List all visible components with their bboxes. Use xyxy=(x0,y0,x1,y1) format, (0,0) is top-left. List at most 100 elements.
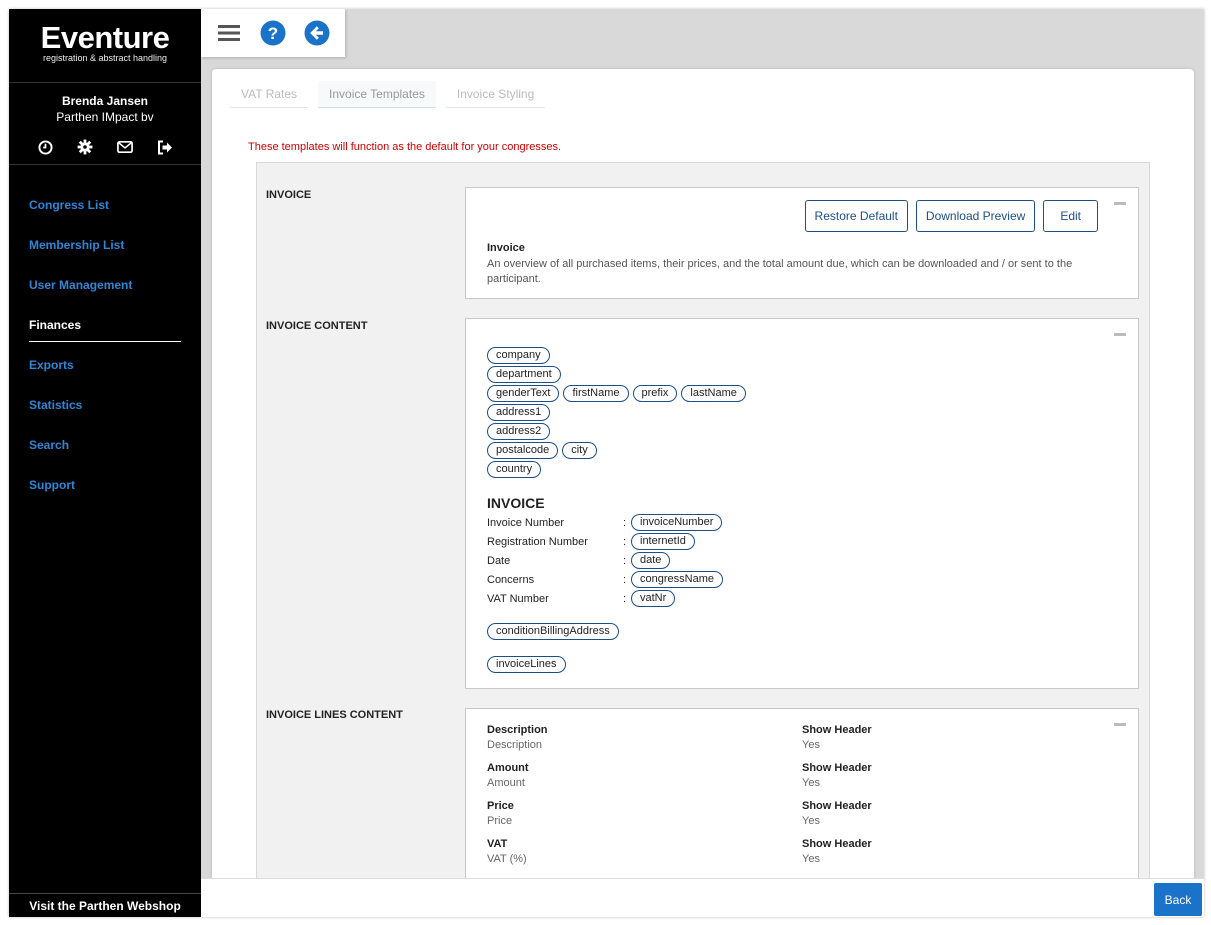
chip-row: address1 xyxy=(487,404,746,423)
invoice-box: Restore Default Download Preview Edit In… xyxy=(465,187,1139,299)
bottom-bar: Back xyxy=(201,878,1204,917)
line-setting: Price Price xyxy=(487,800,514,827)
field-row: Date : date xyxy=(487,551,723,570)
placeholder-chip: lastName xyxy=(681,385,746,402)
sidebar-item-search[interactable]: Search xyxy=(9,435,201,475)
sidebar-item-user-management[interactable]: User Management xyxy=(9,275,201,315)
invoice-lines-box: Description Description Show Header Yes … xyxy=(465,708,1139,889)
field-row: VAT Number : vatNr xyxy=(487,589,723,608)
user-name: Brenda Jansen xyxy=(61,94,149,108)
line-setting: Show Header Yes xyxy=(802,800,872,827)
download-preview-button[interactable]: Download Preview xyxy=(915,200,1036,232)
invoice-fields: Invoice Number : invoiceNumber Registrat… xyxy=(487,513,723,608)
field-label: Concerns xyxy=(487,573,535,586)
clock-icon[interactable] xyxy=(37,139,53,155)
collapse-icon[interactable] xyxy=(1114,333,1126,336)
invoice-lines-chip: invoiceLines xyxy=(487,656,566,673)
field-separator: : xyxy=(623,573,627,586)
placeholder-chip: country xyxy=(487,461,542,478)
placeholder-chip: vatNr xyxy=(631,590,676,607)
main-card: VAT Rates Invoice Templates Invoice Styl… xyxy=(212,69,1194,889)
user-panel: Brenda Jansen Parthen IMpact bv xyxy=(9,83,201,165)
webshop-link[interactable]: Visit the Parthen Webshop xyxy=(9,893,201,917)
field-row: Registration Number : internetId xyxy=(487,532,723,551)
chip-row: country xyxy=(487,461,746,480)
placeholder-chip: prefix xyxy=(632,385,678,402)
address-chips: company department genderText firstName … xyxy=(487,347,746,480)
field-separator: : xyxy=(623,535,627,548)
line-setting: Show Header Yes xyxy=(802,724,872,751)
invoice-heading: INVOICE xyxy=(487,495,545,511)
tab-bar: VAT Rates Invoice Templates Invoice Styl… xyxy=(230,81,546,108)
line-setting: Show Header Yes xyxy=(802,762,872,789)
sidebar-item-membership-list[interactable]: Membership List xyxy=(9,235,201,275)
billing-address-chip: conditionBillingAddress xyxy=(487,623,619,640)
field-label: Date xyxy=(487,554,511,567)
field-separator: : xyxy=(623,516,627,529)
logo: Eventure registration & abstract handlin… xyxy=(9,9,201,83)
placeholder-chip: address1 xyxy=(487,404,551,421)
tab-invoice-styling[interactable]: Invoice Styling xyxy=(445,81,546,108)
placeholder-chip: genderText xyxy=(487,385,560,402)
line-setting: Show Header Yes xyxy=(802,838,872,865)
top-toolbar: ? xyxy=(201,9,345,57)
invoice-description: An overview of all purchased items, thei… xyxy=(487,258,1073,285)
sidebar: Eventure registration & abstract handlin… xyxy=(9,9,201,917)
placeholder-chip: city xyxy=(562,442,597,459)
sidebar-item-finances[interactable]: Finances xyxy=(9,315,201,355)
mail-icon[interactable] xyxy=(117,139,133,155)
sidebar-item-congress-list[interactable]: Congress List xyxy=(9,195,201,235)
hamburger-icon[interactable] xyxy=(215,19,243,47)
placeholder-chip: invoiceNumber xyxy=(631,514,723,531)
line-setting: Description Description xyxy=(487,724,548,751)
back-button[interactable]: Back xyxy=(1154,883,1202,916)
collapse-icon[interactable] xyxy=(1114,202,1126,205)
chip-row: department xyxy=(487,366,746,385)
chip-row: postalcode city xyxy=(487,442,746,461)
logo-subtitle: registration & abstract handling xyxy=(42,53,168,63)
back-arrow-icon[interactable] xyxy=(303,19,331,47)
sidebar-item-exports[interactable]: Exports xyxy=(9,355,201,395)
placeholder-chip: internetId xyxy=(631,533,695,550)
placeholder-chip: postalcode xyxy=(487,442,559,459)
field-row: Invoice Number : invoiceNumber xyxy=(487,513,723,532)
field-label: VAT Number xyxy=(487,592,549,605)
templates-panel: INVOICE Restore Default Download Preview… xyxy=(256,162,1150,889)
sidebar-nav: Congress List Membership List User Manag… xyxy=(9,165,201,515)
line-setting: VAT VAT (%) xyxy=(487,838,527,865)
field-label: Registration Number xyxy=(487,535,588,548)
notice-text: These templates will function as the def… xyxy=(248,141,562,153)
invoice-actions: Restore Default Download Preview Edit xyxy=(804,200,1098,232)
section-label-invoice: INVOICE xyxy=(266,189,312,201)
user-icons xyxy=(9,139,201,155)
sidebar-item-support[interactable]: Support xyxy=(9,475,201,515)
field-separator: : xyxy=(623,592,627,605)
svg-text:?: ? xyxy=(268,24,278,43)
field-row: Concerns : congressName xyxy=(487,570,723,589)
section-label-invoice-content: INVOICE CONTENT xyxy=(266,320,368,332)
collapse-icon[interactable] xyxy=(1114,723,1126,726)
logout-icon[interactable] xyxy=(157,139,173,155)
tab-vat-rates[interactable]: VAT Rates xyxy=(230,81,309,108)
sidebar-item-statistics[interactable]: Statistics xyxy=(9,395,201,435)
chip-row: company xyxy=(487,347,746,366)
restore-default-button[interactable]: Restore Default xyxy=(804,200,908,232)
logo-title: Eventure xyxy=(40,20,170,55)
field-label: Invoice Number xyxy=(487,516,565,529)
help-icon[interactable]: ? xyxy=(259,19,287,47)
placeholder-chip: company xyxy=(487,347,550,364)
invoice-title: Invoice xyxy=(487,242,525,254)
chip-row: address2 xyxy=(487,423,746,442)
placeholder-chip: department xyxy=(487,366,561,383)
placeholder-chip: firstName xyxy=(563,385,629,402)
placeholder-chip: date xyxy=(631,552,671,569)
user-organization: Parthen IMpact bv xyxy=(56,110,154,124)
chip-row: genderText firstName prefix lastName xyxy=(487,385,746,404)
section-label-invoice-lines: INVOICE LINES CONTENT xyxy=(266,709,403,721)
edit-button[interactable]: Edit xyxy=(1043,200,1098,232)
placeholder-chip: address2 xyxy=(487,423,551,440)
placeholder-chip: congressName xyxy=(631,571,723,588)
field-separator: : xyxy=(623,554,627,567)
tab-invoice-templates[interactable]: Invoice Templates xyxy=(318,81,436,108)
gear-icon[interactable] xyxy=(77,139,93,155)
